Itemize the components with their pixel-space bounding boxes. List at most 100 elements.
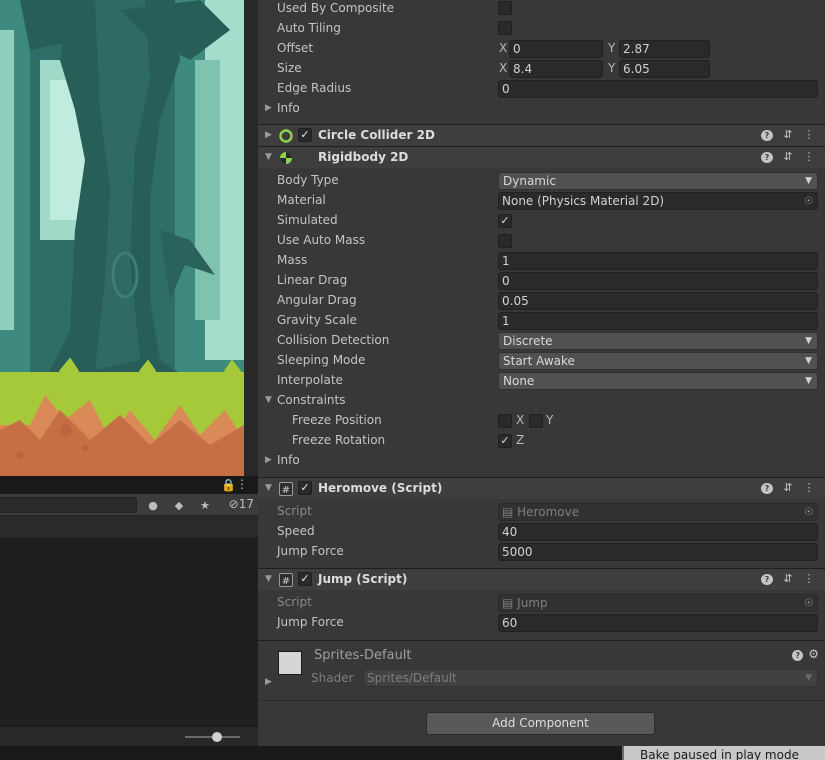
help-icon[interactable]: ? [761, 572, 773, 585]
material-preview-thumbnail [278, 651, 302, 675]
size-x-axis-label: X [499, 61, 508, 75]
body-type-dropdown[interactable]: Dynamic ▼ [498, 172, 818, 190]
kebab-menu-icon[interactable]: ⋮ [236, 477, 248, 491]
offset-x-axis-label: X [499, 41, 508, 55]
mass-field[interactable]: 1 [498, 252, 818, 270]
foldout-down-icon[interactable]: ▼ [265, 483, 272, 493]
preset-sliders-icon[interactable]: ⇵ [782, 128, 794, 141]
hidden-packages-toggle[interactable]: ⊘17 [229, 497, 254, 511]
simulated-checkbox[interactable]: ✓ [498, 214, 512, 228]
freeze-rotation-z-checkbox[interactable]: ✓ [498, 434, 512, 448]
svg-text:#: # [282, 576, 290, 587]
rigidbody-info-row[interactable]: ▶ Info [258, 451, 825, 471]
filter-by-type-icon[interactable]: ● [142, 497, 164, 513]
gravity-scale-label: Gravity Scale [277, 313, 357, 327]
foldout-right-icon[interactable]: ▶ [265, 130, 272, 140]
project-footer [0, 726, 258, 746]
offset-x-field[interactable]: 0 [509, 40, 603, 58]
collision-detection-label: Collision Detection [277, 333, 390, 347]
body-type-label: Body Type [277, 173, 339, 187]
jump-enabled-checkbox[interactable]: ✓ [298, 572, 312, 586]
simulated-row: Simulated ✓ [258, 211, 825, 231]
linear-drag-field[interactable]: 0 [498, 272, 818, 290]
project-search-input[interactable] [0, 497, 137, 513]
lock-icon[interactable]: 🔒 [221, 478, 236, 492]
object-picker-icon[interactable]: ☉ [804, 194, 813, 209]
offset-y-field[interactable]: 2.87 [619, 40, 710, 58]
angular-drag-field[interactable]: 0.05 [498, 292, 818, 310]
angular-drag-row: Angular Drag 0.05 [258, 291, 825, 311]
foldout-right-icon[interactable]: ▶ [265, 455, 272, 465]
material-row: Material None (Physics Material 2D) ☉ [258, 191, 825, 211]
material-value: None (Physics Material 2D) [502, 194, 665, 208]
box-info-row[interactable]: ▶ Info [258, 99, 825, 119]
size-y-field[interactable]: 6.05 [619, 60, 710, 78]
heromove-header[interactable]: ▼ # ✓ Heromove (Script) ? ⇵ ⋮ [258, 477, 825, 499]
circle-collider-enabled-checkbox[interactable]: ✓ [298, 128, 312, 142]
jump-script-label: Script [277, 595, 312, 609]
freeze-position-y-checkbox[interactable] [529, 414, 543, 428]
interpolate-dropdown[interactable]: None ▼ [498, 372, 818, 390]
sleeping-mode-dropdown[interactable]: Start Awake ▼ [498, 352, 818, 370]
freeze-rotation-row: Freeze Rotation ✓ Z [258, 431, 825, 451]
size-x-field[interactable]: 8.4 [509, 60, 603, 78]
filter-by-label-icon[interactable]: ◆ [168, 497, 190, 513]
auto-tiling-checkbox[interactable] [498, 21, 512, 35]
use-auto-mass-label: Use Auto Mass [277, 233, 366, 247]
speed-field[interactable]: 40 [498, 523, 818, 541]
help-icon[interactable]: ? [761, 150, 773, 163]
collision-detection-row: Collision Detection Discrete ▼ [258, 331, 825, 351]
help-icon[interactable]: ? [792, 647, 804, 661]
jump-header[interactable]: ▼ # ✓ Jump (Script) ? ⇵ ⋮ [258, 568, 825, 590]
foldout-right-icon[interactable]: ▶ [265, 103, 272, 113]
scene-view[interactable] [0, 0, 244, 476]
object-picker-icon: ☉ [804, 598, 813, 609]
project-toolbar: ● ◆ ★ ⊘17 [0, 494, 258, 516]
heromove-jump-force-field[interactable]: 5000 [498, 543, 818, 561]
script-hash-icon: # [279, 573, 293, 587]
help-icon[interactable]: ? [761, 481, 773, 494]
rigidbody-info-label: Info [277, 453, 300, 467]
foldout-right-icon[interactable]: ▶ [265, 677, 272, 687]
interpolate-row: Interpolate None ▼ [258, 371, 825, 391]
size-row: Size X 8.4 Y 6.05 [258, 59, 825, 79]
icon-size-slider-thumb[interactable] [212, 732, 222, 742]
project-panel: 🔒 ⋮ ● ◆ ★ ⊘17 [0, 476, 258, 746]
preset-sliders-icon[interactable]: ⇵ [782, 481, 794, 494]
eye-slash-icon: ⊘ [228, 497, 239, 511]
gear-icon[interactable]: ⚙ [808, 647, 819, 661]
body-type-row: Body Type Dynamic ▼ [258, 171, 825, 191]
help-icon[interactable]: ? [761, 128, 773, 141]
kebab-menu-icon[interactable]: ⋮ [803, 481, 815, 494]
rigidbody-header[interactable]: ▼ Rigidbody 2D ? ⇵ ⋮ [258, 146, 825, 168]
preset-sliders-icon[interactable]: ⇵ [782, 572, 794, 585]
collision-detection-dropdown[interactable]: Discrete ▼ [498, 332, 818, 350]
shader-label: Shader [311, 671, 354, 685]
edge-radius-row: Edge Radius 0 [258, 79, 825, 99]
circle-collider-header[interactable]: ▶ ✓ Circle Collider 2D ? ⇵ ⋮ [258, 124, 825, 146]
sleeping-mode-row: Sleeping Mode Start Awake ▼ [258, 351, 825, 371]
add-component-button[interactable]: Add Component [426, 712, 655, 735]
jump-script-field: ▤ Jump ☉ [498, 594, 818, 612]
hidden-count: 17 [238, 497, 254, 511]
jump-force-field[interactable]: 60 [498, 614, 818, 632]
kebab-menu-icon[interactable]: ⋮ [803, 128, 815, 141]
kebab-menu-icon[interactable]: ⋮ [803, 572, 815, 585]
used-by-composite-checkbox[interactable] [498, 1, 512, 15]
foldout-down-icon[interactable]: ▼ [265, 574, 272, 584]
gravity-scale-field[interactable]: 1 [498, 312, 818, 330]
interpolate-label: Interpolate [277, 373, 343, 387]
kebab-menu-icon[interactable]: ⋮ [803, 150, 815, 163]
favorites-star-icon[interactable]: ★ [194, 497, 216, 513]
material-object-field[interactable]: None (Physics Material 2D) ☉ [498, 192, 818, 210]
circle-collider-title: Circle Collider 2D [318, 128, 435, 142]
freeze-position-x-checkbox[interactable] [498, 414, 512, 428]
speed-row: Speed 40 [258, 522, 825, 542]
foldout-down-icon[interactable]: ▼ [265, 152, 272, 162]
heromove-enabled-checkbox[interactable]: ✓ [298, 481, 312, 495]
constraints-row[interactable]: ▼ Constraints [258, 391, 825, 411]
foldout-down-icon[interactable]: ▼ [265, 395, 272, 405]
edge-radius-field[interactable]: 0 [498, 80, 818, 98]
preset-sliders-icon[interactable]: ⇵ [782, 150, 794, 163]
use-auto-mass-checkbox[interactable] [498, 234, 512, 248]
